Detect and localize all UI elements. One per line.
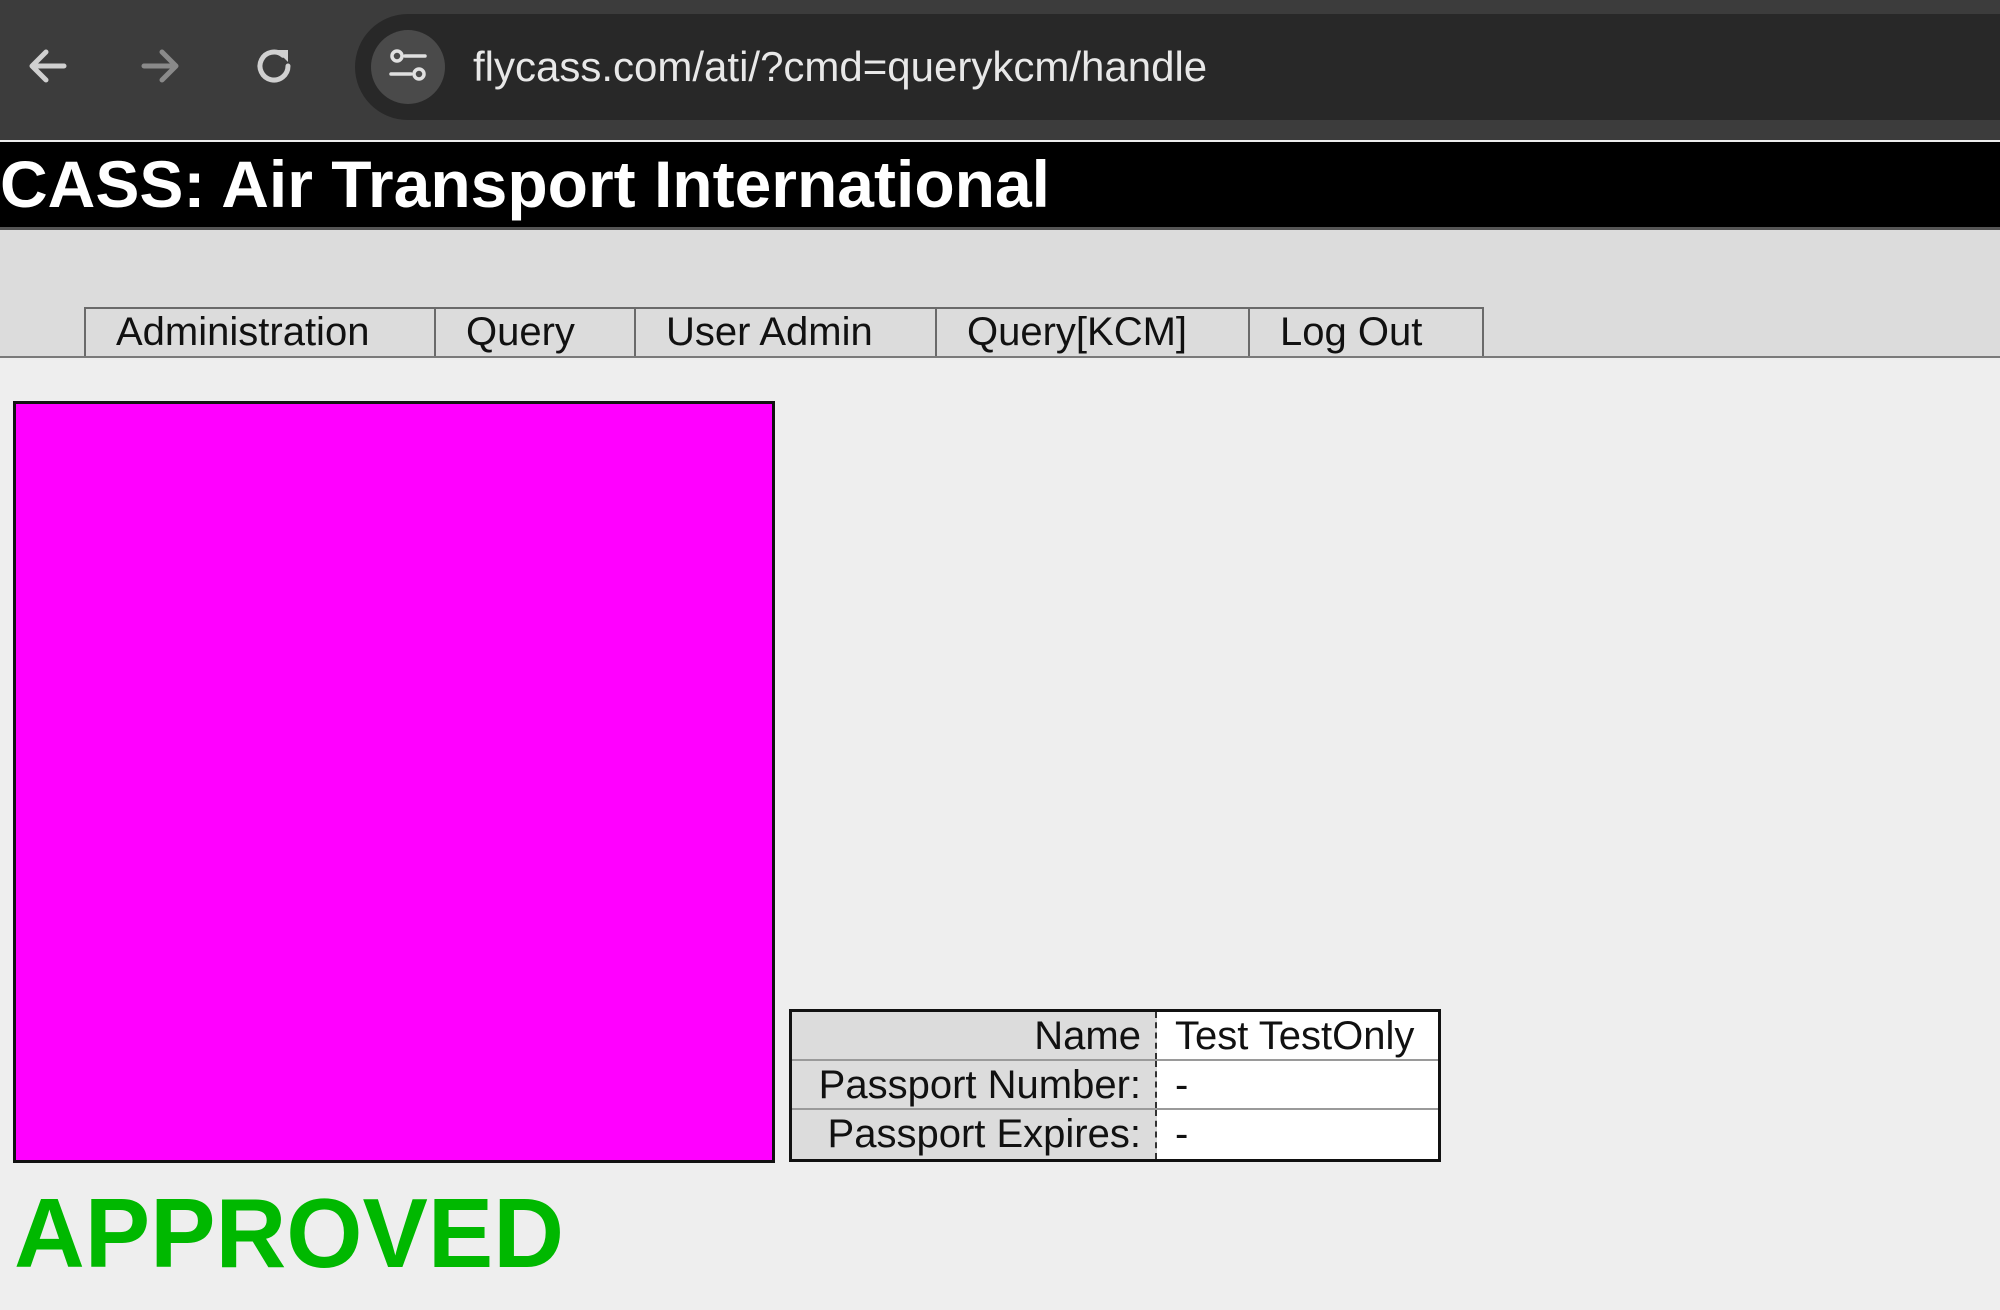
menu-item-user-admin[interactable]: User Admin bbox=[634, 307, 935, 356]
menu-item-administration[interactable]: Administration bbox=[84, 307, 434, 356]
forward-arrow-icon bbox=[138, 44, 182, 88]
site-info-button[interactable] bbox=[371, 30, 445, 104]
name-value: Test TestOnly bbox=[1175, 1014, 1415, 1058]
table-row: Passport Expires: - bbox=[792, 1110, 1438, 1159]
passport-expires-label: Passport Expires: bbox=[792, 1110, 1157, 1159]
menu-item-query[interactable]: Query bbox=[434, 307, 634, 356]
menu-bar: Administration Query User Admin Query[KC… bbox=[0, 230, 2000, 358]
menu-tabs: Administration Query User Admin Query[KC… bbox=[84, 307, 1484, 356]
table-row: Passport Number: - bbox=[792, 1061, 1438, 1110]
menu-item-query-kcm[interactable]: Query[KCM] bbox=[935, 307, 1248, 356]
name-label: Name bbox=[792, 1012, 1157, 1059]
approval-status: APPROVED bbox=[14, 1178, 565, 1288]
passport-expires-value: - bbox=[1175, 1112, 1189, 1156]
page-header: CASS: Air Transport International bbox=[0, 142, 2000, 230]
browser-toolbar: flycass.com/ati/?cmd=querykcm/handle bbox=[0, 0, 2000, 140]
url-text[interactable]: flycass.com/ati/?cmd=querykcm/handle bbox=[473, 14, 1207, 120]
passport-number-value: - bbox=[1175, 1063, 1189, 1107]
crewmember-photo bbox=[13, 401, 775, 1163]
back-arrow-icon bbox=[26, 44, 70, 88]
table-row: Name Test TestOnly bbox=[792, 1012, 1438, 1061]
crewmember-info-table: Name Test TestOnly Passport Number: - Pa… bbox=[789, 1009, 1441, 1162]
passport-number-label: Passport Number: bbox=[792, 1061, 1157, 1108]
menu-item-log-out[interactable]: Log Out bbox=[1248, 307, 1484, 356]
reload-button[interactable] bbox=[242, 34, 306, 98]
reload-icon bbox=[250, 42, 298, 90]
address-bar[interactable]: flycass.com/ati/?cmd=querykcm/handle bbox=[355, 14, 2000, 120]
back-button[interactable] bbox=[16, 34, 80, 98]
site-settings-icon bbox=[387, 47, 429, 88]
page-title: CASS: Air Transport International bbox=[0, 147, 1051, 221]
forward-button[interactable] bbox=[128, 34, 192, 98]
